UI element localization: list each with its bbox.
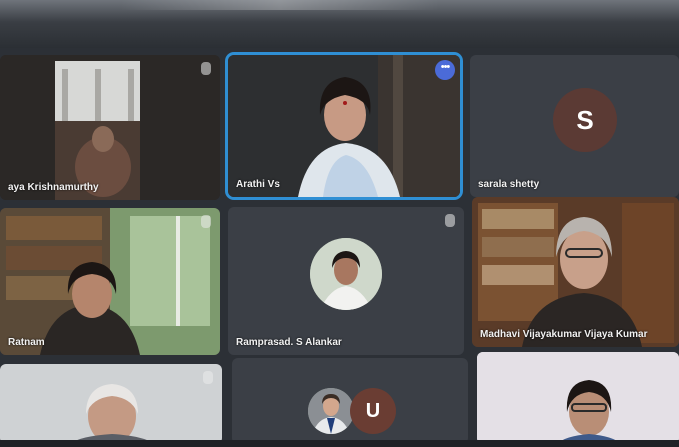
participant-video-6 xyxy=(472,197,679,347)
participant-video-7 xyxy=(0,364,222,444)
participant-photo-avatar xyxy=(310,238,382,310)
participant-grid: aya Krishnamurthy ••• Arathi Vs S sarala… xyxy=(0,0,679,447)
participant-avatar: U xyxy=(350,388,396,434)
participant-name: aya Krishnamurthy xyxy=(8,182,99,193)
participant-tile-5[interactable]: Ramprasad. S Alankar xyxy=(228,207,464,355)
participant-tile-1[interactable]: aya Krishnamurthy xyxy=(0,55,220,200)
participant-tile-9[interactable] xyxy=(477,352,679,444)
bottom-strip xyxy=(0,440,679,447)
muted-mic-icon xyxy=(201,62,211,75)
participant-video-2 xyxy=(228,55,460,197)
muted-mic-icon xyxy=(445,214,455,227)
participant-name: Arathi Vs xyxy=(236,179,280,190)
participant-name: Ramprasad. S Alankar xyxy=(236,337,342,348)
more-options-icon[interactable]: ••• xyxy=(435,60,455,80)
muted-mic-icon xyxy=(203,371,213,384)
participant-name: sarala shetty xyxy=(478,179,540,190)
participant-tile-3[interactable]: S sarala shetty xyxy=(470,55,679,197)
participant-tile-8[interactable]: U xyxy=(232,358,468,444)
profile-photo xyxy=(308,388,354,434)
participant-tile-2-active-speaker[interactable]: ••• Arathi Vs xyxy=(228,55,460,197)
participant-tile-4[interactable]: Ratnam xyxy=(0,208,220,355)
participant-tile-7[interactable] xyxy=(0,364,222,444)
participant-name: Madhavi Vijayakumar Vijaya Kumar xyxy=(480,329,648,340)
participant-video-1 xyxy=(0,55,220,200)
participant-video-9 xyxy=(477,352,679,444)
participant-photo-avatar-small xyxy=(308,388,354,434)
participant-avatar: S xyxy=(553,88,617,152)
participant-tile-6[interactable]: Madhavi Vijayakumar Vijaya Kumar xyxy=(472,197,679,347)
profile-photo xyxy=(310,238,382,310)
muted-mic-icon xyxy=(201,215,211,228)
participant-name: Ratnam xyxy=(8,337,45,348)
participant-video-4 xyxy=(0,208,220,355)
